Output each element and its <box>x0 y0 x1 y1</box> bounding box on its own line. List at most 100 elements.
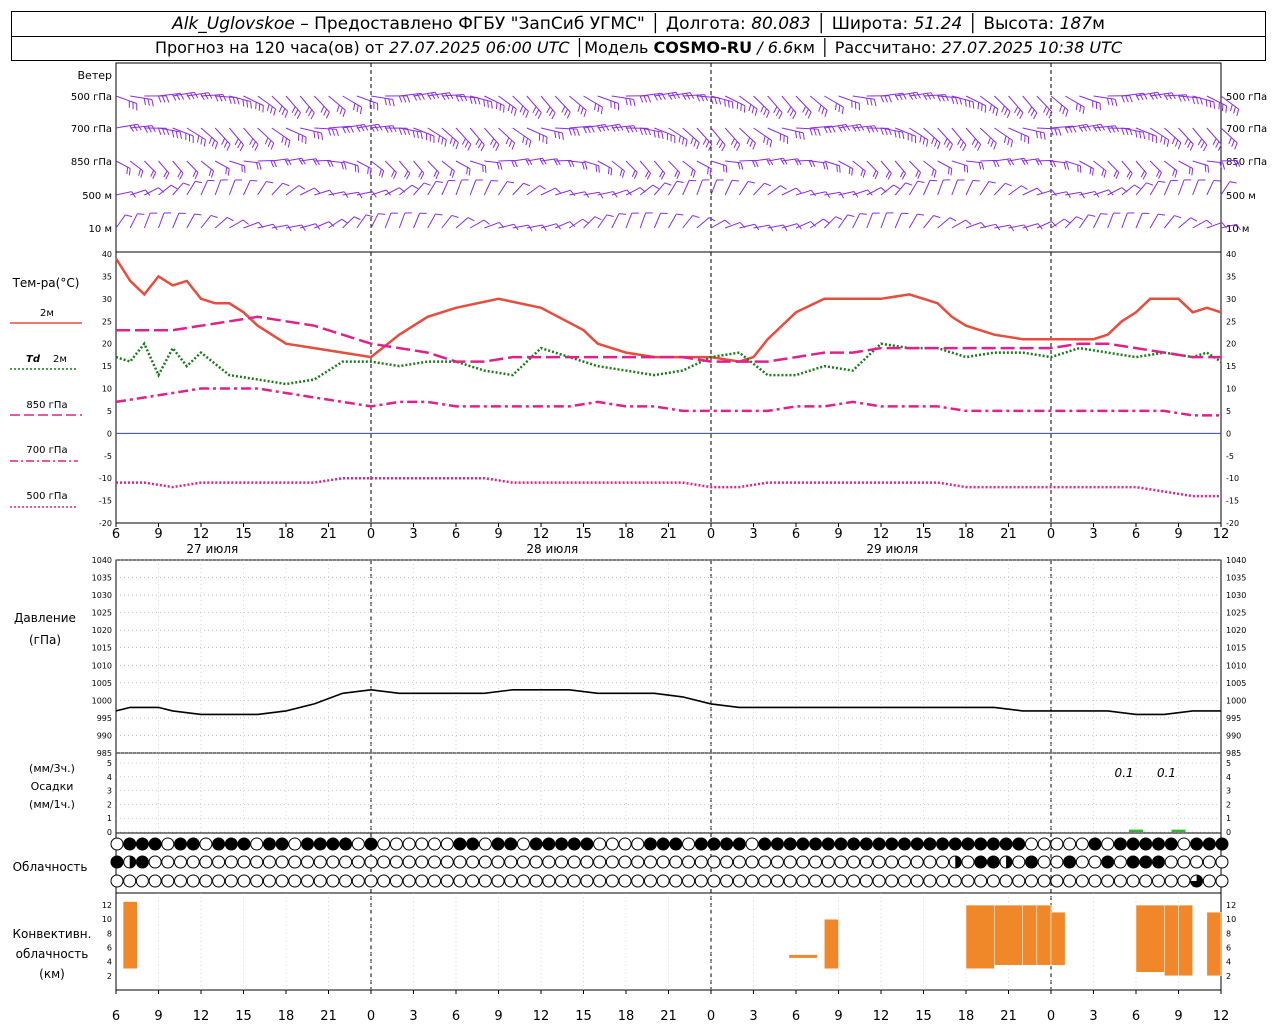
wind-barb-feather <box>398 95 403 103</box>
wind-barb <box>1206 180 1215 196</box>
wind-barb-feather <box>553 158 558 166</box>
wind-barb-feather <box>727 100 730 108</box>
wind-barb-feather <box>157 95 162 103</box>
wind-barb-feather <box>988 181 996 184</box>
wind-barb-feather <box>580 107 584 115</box>
hour-label-bottom: 9 <box>494 1009 502 1024</box>
wind-barb-feather <box>947 167 950 175</box>
pressure-tick-right: 1005 <box>1226 679 1246 688</box>
wind-barb-feather <box>170 184 178 190</box>
wind-level-label-right: 500 м <box>1226 191 1256 202</box>
wind-barb-feather <box>1188 167 1191 175</box>
wind-barb <box>866 212 874 229</box>
convective-tick-left: 10 <box>102 915 112 924</box>
pressure-tick-left: 1010 <box>92 661 112 670</box>
wind-barb-feather <box>1075 102 1078 111</box>
temperature-axis: -20 -20-15 -15-10 -10-5 -50 05 510 1015 1520 2025… <box>99 250 1239 528</box>
wind-barb-feather <box>406 95 411 103</box>
panel-frame <box>115 62 1222 253</box>
cloud-symbol <box>326 855 340 869</box>
wind-barb-feather <box>752 142 756 150</box>
wind-barb-feather <box>1088 214 1096 217</box>
hour-label-bottom: 15 <box>915 1009 932 1024</box>
wind-barb-feather <box>282 182 290 187</box>
hour-label: 6 <box>1132 527 1140 542</box>
wind-barb-feather <box>312 158 318 166</box>
wind-barb-feather <box>606 214 614 217</box>
precip-tick-left: 2 <box>107 800 112 809</box>
wind-barb-feather <box>435 172 440 180</box>
cloud-symbol <box>110 874 124 888</box>
wind-barb-feather <box>1003 135 1007 143</box>
wind-barb <box>583 95 603 108</box>
hour-label-bottom: 9 <box>1174 1009 1182 1024</box>
cloud-symbol <box>1012 837 1026 851</box>
cloud-symbol <box>1126 855 1140 869</box>
cloud-symbol <box>529 855 543 869</box>
cloud-symbol <box>682 855 696 869</box>
pressure-tick-right: 1025 <box>1226 609 1246 618</box>
wind-barb-feather <box>818 104 822 112</box>
wind-barb <box>328 95 346 111</box>
cloud-symbol <box>948 837 962 851</box>
wind-barb-feather <box>258 103 261 111</box>
wind-barb <box>214 217 228 229</box>
wind-barb-feather <box>1035 158 1040 166</box>
wind-barb-feather <box>671 92 677 100</box>
wind-level-label-left: 700 гПа <box>71 124 112 135</box>
wind-barb-feather <box>179 131 182 139</box>
hour-label: 21 <box>320 527 337 542</box>
wind-barb <box>1064 95 1085 108</box>
hour-label-bottom: 12 <box>193 1009 210 1024</box>
temp-tick-left: -15 <box>99 497 112 506</box>
cloud-symbol <box>859 837 873 851</box>
wind-barb-feather <box>467 143 472 151</box>
wind-barb-feather <box>1036 187 1043 194</box>
wind-barb-feather <box>287 140 291 148</box>
wind-barb <box>696 179 703 196</box>
cloud-symbol <box>974 855 988 869</box>
cloud-symbol <box>364 874 378 888</box>
wind-barb <box>923 127 941 143</box>
cloud-symbol <box>707 874 721 888</box>
wind-barb-feather <box>1229 104 1233 112</box>
wind-barb <box>441 127 459 143</box>
wind-barb-feather <box>183 182 190 186</box>
wind-barb-feather <box>242 219 249 225</box>
wind-barb-feather <box>341 162 344 170</box>
wind-barb <box>1192 219 1207 229</box>
cloud-symbol <box>999 874 1013 888</box>
wind-barb-feather <box>633 125 638 133</box>
pressure-tick-right: 995 <box>1226 714 1241 723</box>
wind-barb-feather <box>525 158 530 166</box>
wind-barb-feather <box>1027 106 1033 114</box>
cloud-symbol <box>555 874 569 888</box>
wind-barb-feather <box>611 125 616 132</box>
cloud-symbol <box>567 855 581 869</box>
hour-label: 15 <box>235 527 252 542</box>
cloud-symbol <box>809 837 823 851</box>
wind-barb <box>200 215 212 229</box>
wind-barb-feather <box>405 172 411 180</box>
wind-barb-feather <box>625 98 628 106</box>
cloud-symbol <box>847 837 861 851</box>
wind-barb-feather <box>751 106 755 114</box>
cloud-symbol <box>923 837 937 851</box>
temp-tick-left: 35 <box>102 272 112 281</box>
wind-barb <box>923 215 934 229</box>
wind-barb-feather <box>721 144 726 152</box>
cloud-symbol <box>732 837 746 851</box>
wind-barb-feather <box>676 172 681 180</box>
wind-barb-feather <box>1221 103 1224 112</box>
wind-barb-feather <box>978 162 982 170</box>
cloud-symbol <box>555 855 569 869</box>
wind-barb-feather <box>298 158 303 165</box>
cloud-symbol <box>567 837 581 851</box>
wind-barb-feather <box>1174 139 1179 147</box>
wind-barb-feather <box>392 125 397 133</box>
wind-barb-feather <box>1063 218 1071 224</box>
wind-barb-feather <box>873 99 877 107</box>
hour-label: 15 <box>915 527 932 542</box>
cloud-symbol <box>631 874 645 888</box>
wind-barb-feather <box>823 218 830 224</box>
